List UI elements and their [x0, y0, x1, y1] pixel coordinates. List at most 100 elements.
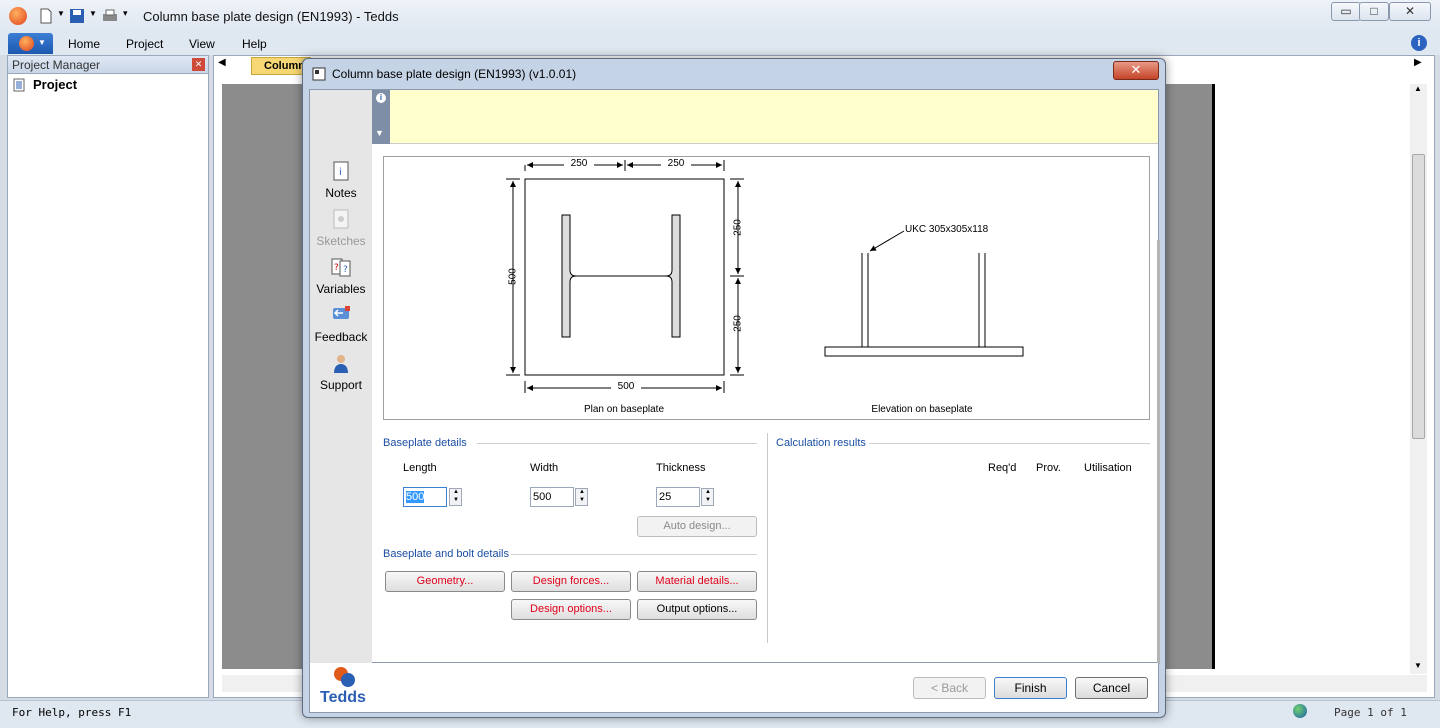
customize-qat-icon[interactable]: ▾: [123, 8, 128, 19]
sidebar-feedback[interactable]: Feedback: [310, 330, 372, 344]
dim-top-right-label: 250: [661, 158, 691, 169]
finish-button[interactable]: Finish: [994, 677, 1067, 699]
status-help-text: For Help, press F1: [12, 706, 132, 719]
scroll-down-icon[interactable]: ▼: [1414, 661, 1422, 670]
section-divider: [477, 443, 757, 444]
close-button[interactable]: ✕: [1389, 2, 1431, 21]
spin-down-icon[interactable]: ▼: [579, 497, 585, 503]
results-col-reqd: Req'd: [988, 462, 1017, 474]
baseplate-details-title: Baseplate details: [383, 437, 467, 449]
design-options-button[interactable]: Design options...: [511, 599, 631, 620]
dim-bottom-label: 500: [611, 381, 641, 392]
plan-view: [506, 160, 744, 393]
material-details-button[interactable]: Material details...: [637, 571, 757, 592]
section-divider: [869, 443, 1150, 444]
dialog-sidebar: i Notes Sketches ?? Variables Feedback S…: [310, 90, 372, 664]
thickness-label: Thickness: [656, 462, 706, 474]
length-value: 500: [406, 491, 425, 503]
menu-project[interactable]: Project: [126, 37, 163, 51]
sidebar-sketches: Sketches: [316, 234, 366, 248]
project-manager-title: Project Manager: [12, 58, 101, 72]
tedds-logo-text: Tedds: [320, 689, 366, 706]
save-icon[interactable]: [69, 8, 85, 24]
spin-up-icon[interactable]: ▲: [705, 489, 711, 495]
spin-up-icon[interactable]: ▲: [453, 489, 459, 495]
diagram-drawing: [506, 160, 1024, 393]
dialog-footer: Tedds < Back Finish Cancel: [309, 663, 1159, 713]
tab-scroll-right-icon[interactable]: ▶: [1414, 57, 1422, 68]
elevation-caption: Elevation on baseplate: [871, 404, 973, 415]
minimize-button[interactable]: ▭: [1331, 2, 1361, 21]
thickness-input[interactable]: 25: [656, 487, 700, 507]
menu-help[interactable]: Help: [242, 37, 267, 51]
width-input[interactable]: 500: [530, 487, 574, 507]
vertical-scrollbar[interactable]: ▲ ▼: [1410, 84, 1427, 674]
elevation-baseplate: [824, 346, 1024, 357]
app-button-logo-icon: [19, 36, 34, 51]
window-title: Column base plate design (EN1993) - Tedd…: [143, 9, 399, 24]
dialog-title: Column base plate design (EN1993) (v1.0.…: [332, 67, 577, 81]
document-icon: [13, 78, 25, 92]
spin-down-icon[interactable]: ▼: [705, 497, 711, 503]
scroll-up-icon[interactable]: ▲: [1414, 84, 1422, 93]
elevation-view: [824, 230, 1024, 357]
design-forces-button[interactable]: Design forces...: [511, 571, 631, 592]
save-dropdown-icon[interactable]: ▼: [89, 9, 97, 18]
print-icon[interactable]: [102, 8, 118, 24]
auto-design-button[interactable]: Auto design...: [637, 516, 757, 537]
globe-icon: [1293, 704, 1307, 718]
info-panel: [390, 90, 1158, 144]
output-options-button[interactable]: Output options...: [637, 599, 757, 620]
sidebar-variables[interactable]: Variables: [310, 282, 372, 296]
new-document-icon[interactable]: [38, 8, 54, 24]
dialog-app-icon: [312, 67, 326, 81]
sidebar-support[interactable]: Support: [310, 378, 372, 392]
project-manager-header: Project Manager ✕: [8, 56, 208, 74]
new-dropdown-icon[interactable]: ▼: [57, 9, 65, 18]
support-icon: [334, 355, 348, 373]
length-label: Length: [403, 462, 437, 474]
width-label: Width: [530, 462, 559, 474]
section-label: UKC 305x305x118: [905, 224, 989, 235]
info-strip: i ▼: [372, 90, 390, 144]
app-logo-icon[interactable]: [9, 7, 27, 25]
status-page-text: Page 1 of 1: [1334, 706, 1407, 719]
results-col-prov: Prov.: [1036, 462, 1061, 474]
back-button[interactable]: < Back: [913, 677, 986, 699]
calculation-results-title: Calculation results: [776, 437, 866, 449]
length-stepper[interactable]: ▲ ▼: [449, 488, 462, 506]
plan-caption: Plan on baseplate: [583, 404, 665, 415]
geometry-button[interactable]: Geometry...: [385, 571, 505, 592]
application-menu-button[interactable]: ▼: [8, 33, 53, 54]
chevron-down-icon: ▼: [38, 38, 46, 47]
info-icon[interactable]: i: [1411, 35, 1427, 51]
sketches-icon: [333, 209, 349, 229]
spin-down-icon[interactable]: ▼: [453, 497, 459, 503]
spin-up-icon[interactable]: ▲: [579, 489, 585, 495]
sidebar-notes[interactable]: Notes: [310, 186, 372, 200]
dialog-body-scrollbar[interactable]: [1157, 240, 1160, 664]
menu-home[interactable]: Home: [68, 37, 100, 51]
scroll-thumb[interactable]: [1412, 154, 1425, 439]
tree-item-project[interactable]: Project: [33, 77, 77, 92]
base-plate-dialog: Column base plate design (EN1993) (v1.0.…: [302, 58, 1166, 718]
dim-left-label: 500: [507, 268, 519, 285]
length-input[interactable]: 500: [403, 487, 447, 507]
dim-top-left-label: 250: [564, 158, 594, 169]
width-stepper[interactable]: ▲ ▼: [575, 488, 588, 506]
info-collapse-icon[interactable]: ▼: [375, 128, 384, 138]
dim-right-bottom-label: 250: [732, 315, 744, 332]
menu-view[interactable]: View: [189, 37, 215, 51]
cancel-button[interactable]: Cancel: [1075, 677, 1148, 699]
tab-scroll-left-icon[interactable]: ◀: [218, 57, 226, 68]
plan-baseplate: [524, 178, 725, 376]
thickness-stepper[interactable]: ▲ ▼: [701, 488, 714, 506]
pane-close-icon[interactable]: ✕: [192, 58, 205, 71]
maximize-button[interactable]: □: [1359, 2, 1389, 21]
dialog-close-button[interactable]: ✕: [1113, 61, 1159, 80]
results-col-utilisation: Utilisation: [1084, 462, 1132, 474]
bolt-details-title: Baseplate and bolt details: [383, 548, 509, 560]
svg-text:?: ?: [334, 263, 339, 273]
vertical-divider: [767, 433, 768, 643]
svg-text:?: ?: [343, 265, 348, 275]
